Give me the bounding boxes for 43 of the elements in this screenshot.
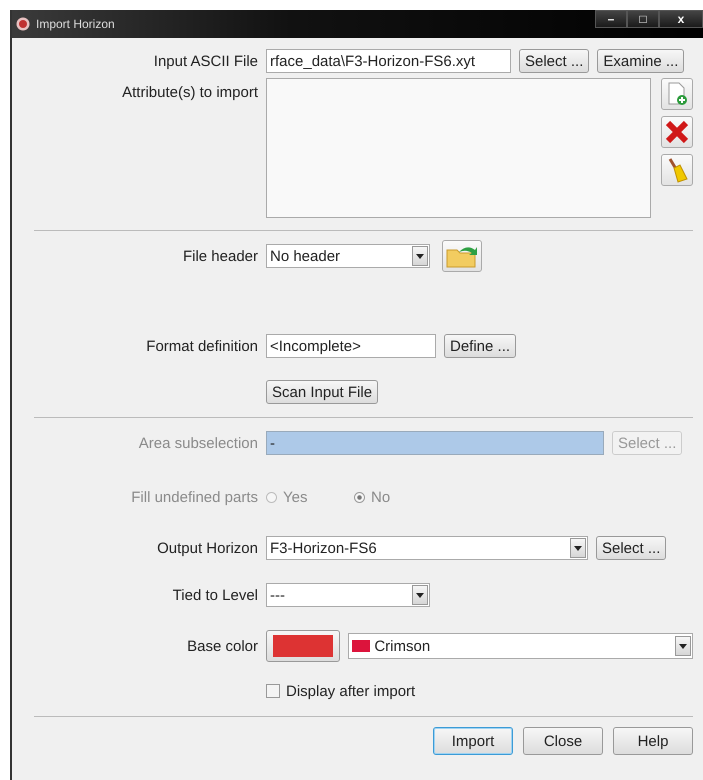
field-label: Output Horizon [156,540,258,556]
maximize-button[interactable]: □ [627,10,659,28]
new-document-icon [666,82,688,106]
color-dropdown[interactable]: Crimson [348,633,693,659]
field-label: Attribute(s) to import [121,83,258,101]
close-button[interactable]: Close [523,727,603,755]
caret-icon [679,644,687,648]
caret-icon [416,254,424,258]
broom-icon [666,157,688,183]
format-field[interactable]: <Incomplete> [266,334,436,358]
color-picker-button[interactable] [266,630,340,662]
field-label: Base color [186,638,258,654]
caret-icon [574,546,582,550]
file-path-field[interactable]: rface_data\F3-Horizon-FS6.xyt [266,49,511,73]
display-after-import-checkbox[interactable]: Display after import [266,682,416,700]
window-close-button[interactable]: x [659,10,703,28]
clear-button[interactable] [661,154,693,186]
field-label: File header [182,248,258,264]
level-dropdown[interactable]: --- [266,583,430,607]
select-button[interactable]: Select ... [596,536,666,560]
field-label: Format definition [145,338,258,354]
minimize-button[interactable]: – [595,10,627,28]
radio-label: Yes [283,488,308,506]
field-label: Input ASCII File [152,52,258,70]
remove-button[interactable] [661,116,693,148]
examine-button[interactable]: Examine ... [597,49,684,73]
field-label: Tied to Level [172,586,258,604]
field-label: Area subselection [138,434,258,452]
help-button[interactable]: Help [613,727,693,755]
import-button[interactable]: Import [433,727,513,755]
file-header-dropdown[interactable]: No header [266,244,430,268]
define-button[interactable]: Define ... [444,334,516,358]
radio-label: No [371,488,390,506]
open-file-button[interactable] [442,240,482,272]
scan-input-file-button[interactable]: Scan Input File [266,380,378,404]
output-horizon-dropdown[interactable]: F3-Horizon-FS6 [266,536,588,560]
field-label: Fill undefined parts [130,488,258,506]
select-button[interactable]: Select ... [519,49,590,73]
cross-icon [665,120,689,144]
app-icon [16,17,30,31]
window-title: Import Horizon [36,17,115,31]
caret-icon [416,592,424,598]
add-document-button[interactable] [661,78,693,110]
